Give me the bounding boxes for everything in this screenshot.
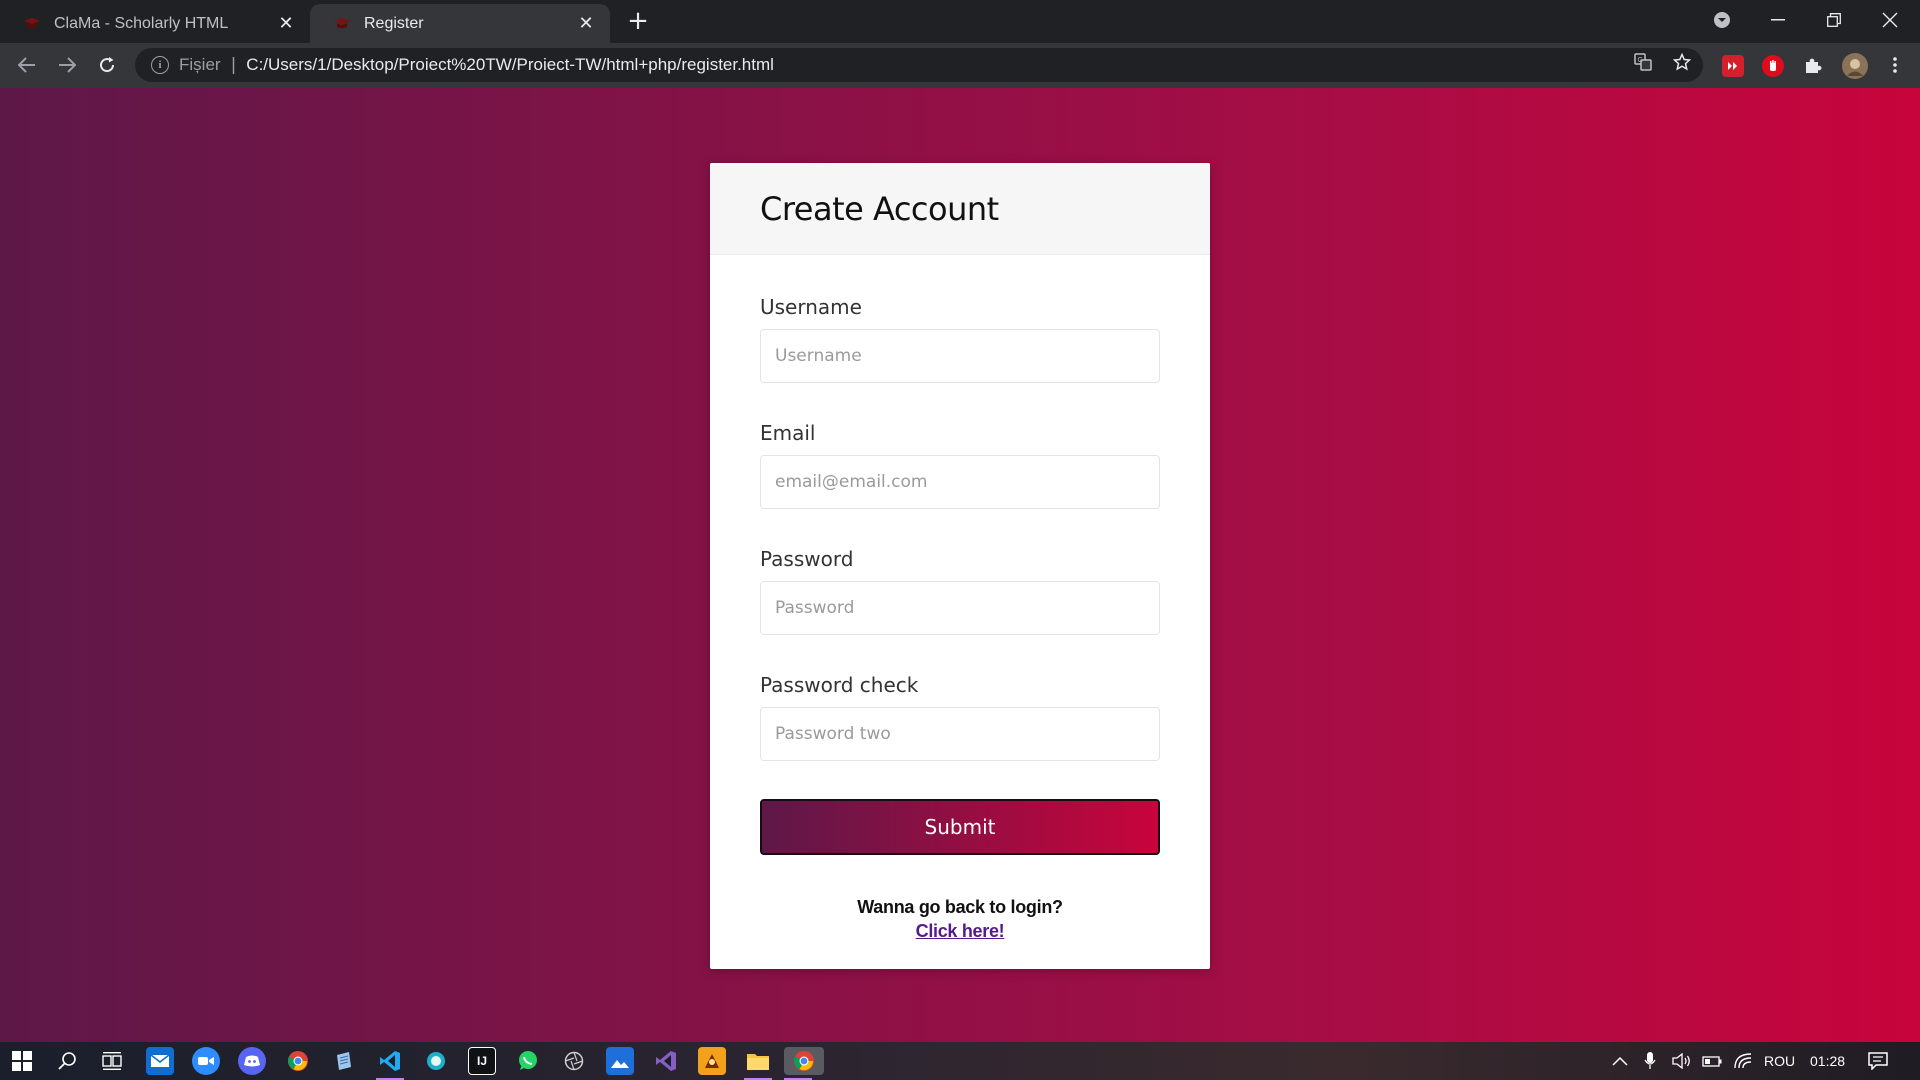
minimize-icon — [1771, 19, 1785, 21]
tab-register[interactable]: Register ✕ — [310, 4, 610, 43]
back-prompt-text: Wanna go back to login? — [857, 897, 1063, 917]
tray-chevron-up-icon[interactable] — [1612, 1042, 1628, 1080]
notes-app-icon[interactable] — [330, 1047, 358, 1075]
restore-button[interactable] — [1806, 0, 1862, 40]
game-app-icon[interactable] — [698, 1047, 726, 1075]
browser-tab-strip: ClaMa - Scholarly HTML ✕ Register ✕ + — [0, 0, 1920, 43]
back-to-login: Wanna go back to login? Click here! — [760, 895, 1160, 943]
arrow-right-icon — [59, 57, 76, 73]
email-input[interactable] — [760, 455, 1160, 509]
password-label: Password — [760, 547, 854, 571]
info-icon[interactable]: i — [151, 56, 169, 74]
browser-toolbar: i Fișier | C:/Users/1/Desktop/Proiect%20… — [0, 43, 1920, 88]
tab-title: Register — [364, 14, 424, 32]
search-icon[interactable] — [54, 1047, 82, 1075]
close-window-button[interactable] — [1862, 0, 1918, 40]
back-to-login-link[interactable]: Click here! — [916, 919, 1005, 943]
scheme-label: Fișier — [179, 55, 221, 74]
password-input[interactable] — [760, 581, 1160, 635]
whatsapp-icon[interactable] — [514, 1047, 542, 1075]
app-circle-icon[interactable] — [422, 1047, 450, 1075]
card-header: Create Account — [710, 163, 1210, 255]
minimize-button[interactable] — [1750, 0, 1806, 40]
zoom-icon[interactable] — [192, 1047, 220, 1075]
username-label: Username — [760, 295, 862, 319]
new-tab-button[interactable]: + — [624, 6, 652, 36]
close-tab-icon[interactable]: ✕ — [576, 13, 596, 34]
tab-favicon-icon — [22, 17, 42, 31]
discord-icon[interactable] — [238, 1047, 266, 1075]
avatar-icon — [1847, 59, 1863, 76]
tab-clama[interactable]: ClaMa - Scholarly HTML ✕ — [0, 4, 310, 43]
register-card: Create Account Username Email Password P… — [710, 163, 1210, 969]
email-label: Email — [760, 421, 816, 445]
task-view-icon[interactable] — [98, 1047, 126, 1075]
volume-icon[interactable] — [1672, 1042, 1692, 1080]
file-explorer-icon[interactable] — [744, 1047, 772, 1080]
chevron-down-circle-icon — [1714, 12, 1730, 28]
aperture-app-icon[interactable] — [560, 1047, 588, 1075]
bookmark-star-icon[interactable] — [1671, 51, 1693, 73]
back-button[interactable] — [12, 50, 42, 80]
microphone-icon[interactable] — [1644, 1042, 1656, 1080]
clock[interactable]: 01:28 — [1810, 1042, 1845, 1080]
close-icon — [1882, 12, 1898, 28]
url-text[interactable]: C:/Users/1/Desktop/Proiect%20TW/Proiect-… — [246, 55, 774, 75]
wifi-icon[interactable] — [1734, 1042, 1752, 1080]
profile-avatar[interactable] — [1842, 53, 1868, 79]
arrow-left-icon — [18, 57, 35, 73]
restore-icon — [1827, 13, 1841, 27]
mail-icon[interactable] — [146, 1047, 174, 1075]
extensions-puzzle-icon[interactable] — [1802, 55, 1824, 77]
page-background: Create Account Username Email Password P… — [0, 88, 1920, 1042]
tab-favicon-icon — [332, 17, 352, 31]
tab-search-button[interactable] — [1694, 0, 1750, 40]
adblock-hand-icon[interactable] — [1762, 55, 1784, 77]
reload-button[interactable] — [92, 50, 122, 80]
svg-text:G: G — [1638, 57, 1643, 64]
address-bar[interactable]: i Fișier | C:/Users/1/Desktop/Proiect%20… — [135, 48, 1703, 82]
windows-taskbar: IJ ROU 01:28 — [0, 1042, 1920, 1080]
windows-start-icon[interactable] — [8, 1047, 36, 1075]
password-check-input[interactable] — [760, 707, 1160, 761]
chrome-icon[interactable] — [284, 1047, 312, 1075]
battery-icon[interactable] — [1702, 1042, 1722, 1080]
intellij-icon[interactable]: IJ — [468, 1047, 496, 1075]
notifications-icon[interactable] — [1868, 1042, 1888, 1080]
tab-title: ClaMa - Scholarly HTML — [54, 14, 229, 32]
menu-kebab-icon[interactable] — [1880, 50, 1910, 80]
username-input[interactable] — [760, 329, 1160, 383]
address-separator: | — [230, 55, 237, 75]
submit-button[interactable]: Submit — [760, 799, 1160, 855]
forward-button[interactable] — [52, 50, 82, 80]
chrome-active-icon[interactable] — [784, 1047, 824, 1080]
translate-icon[interactable]: G — [1632, 51, 1654, 73]
close-tab-icon[interactable]: ✕ — [276, 13, 296, 34]
vscode-icon[interactable] — [376, 1047, 404, 1080]
password-check-label: Password check — [760, 673, 919, 697]
extension-red-icon[interactable] — [1722, 55, 1744, 77]
language-indicator[interactable]: ROU — [1764, 1042, 1795, 1080]
visual-studio-icon[interactable] — [652, 1047, 680, 1075]
reload-icon — [100, 57, 115, 73]
page-title: Create Account — [760, 189, 999, 228]
register-form: Username Email Password Password check S… — [710, 295, 1210, 943]
photos-icon[interactable] — [606, 1047, 634, 1075]
